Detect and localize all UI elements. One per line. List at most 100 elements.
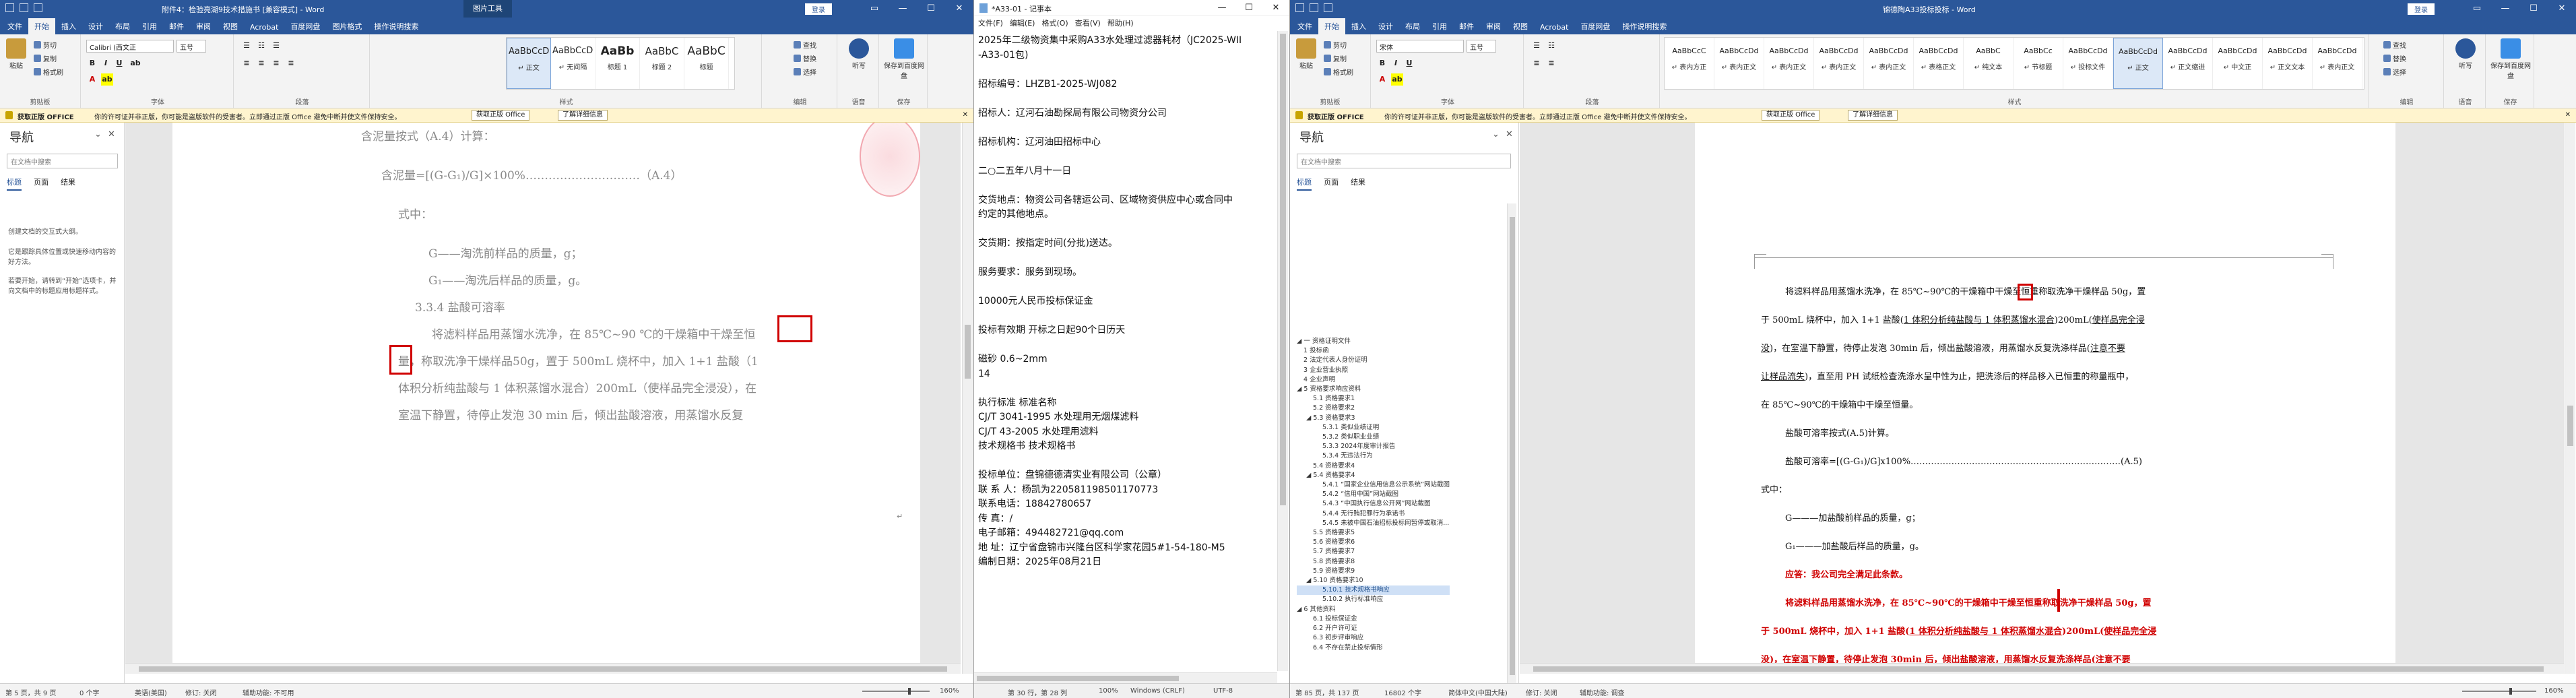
tab-layout[interactable]: 布局 xyxy=(109,18,136,34)
find-button[interactable]: 查找 xyxy=(2383,40,2406,50)
vertical-scrollbar[interactable] xyxy=(1277,31,1288,671)
undo-icon[interactable] xyxy=(1310,3,1318,12)
underline-button[interactable]: U xyxy=(1403,57,1415,69)
nav-heading-item[interactable]: 6.4 不存在禁止投标情形 xyxy=(1297,643,1450,653)
scroll-thumb[interactable] xyxy=(1280,34,1286,505)
multilevel-button[interactable]: ☰ xyxy=(270,40,282,52)
tab-mailings[interactable]: 邮件 xyxy=(163,18,190,34)
nav-heading-item[interactable]: 5.5 资格要求5 xyxy=(1297,528,1450,538)
bold-button[interactable]: B xyxy=(86,57,98,69)
nav-heading-item[interactable]: ◢ 5.10 资格要求10 xyxy=(1297,576,1450,585)
copy-button[interactable]: 复制 xyxy=(34,53,57,63)
strikethrough-button[interactable]: ab xyxy=(129,57,141,69)
status-zoom[interactable]: 160% xyxy=(940,687,959,695)
format-painter-button[interactable]: 格式刷 xyxy=(1324,67,1353,77)
redo-icon[interactable] xyxy=(34,3,42,12)
nav-heading-item[interactable]: 5.9 资格要求9 xyxy=(1297,567,1450,576)
nav-search-input[interactable]: 在文档中搜索 xyxy=(1297,154,1511,168)
cut-button[interactable]: 剪切 xyxy=(34,40,57,50)
font-name-combo[interactable]: 宋体 xyxy=(1376,40,1464,53)
cut-button[interactable]: 剪切 xyxy=(1324,40,1347,50)
nav-tab-results[interactable]: 结果 xyxy=(1351,177,1365,191)
bold-button[interactable]: B xyxy=(1376,57,1388,69)
menu-file[interactable]: 文件(F) xyxy=(978,18,1003,28)
select-button[interactable]: 选择 xyxy=(794,67,816,77)
status-words[interactable]: 16802 个字 xyxy=(1384,687,1421,697)
style-item[interactable]: AaBbC ↵ 纯文本 xyxy=(1964,38,2014,89)
nav-heading-item[interactable]: 5.10.1 技术规格书响应 xyxy=(1297,585,1450,596)
find-button[interactable]: 查找 xyxy=(794,40,816,50)
tab-view[interactable]: 视图 xyxy=(1507,18,1534,34)
tab-insert[interactable]: 插入 xyxy=(55,18,82,34)
style-normal[interactable]: AaBbCcDd ↵ 正文 xyxy=(507,38,551,89)
nav-heading-item[interactable]: 6.3 初步评审响应 xyxy=(1297,633,1450,643)
tab-home[interactable]: 开始 xyxy=(28,18,55,34)
login-button[interactable]: 登录 xyxy=(805,3,832,15)
highlight-button[interactable]: ab xyxy=(1391,73,1403,86)
align-right-button[interactable]: ≡ xyxy=(270,57,282,69)
italic-button[interactable]: I xyxy=(100,57,112,69)
nav-heading-item[interactable]: 5.4.1 “国家企业信用信息公示系统”网站截图 xyxy=(1297,480,1450,490)
nav-heading-item[interactable]: 4 企业声明 xyxy=(1297,375,1450,385)
document-page[interactable]: 含泥量按式（A.4）计算： 含泥量=[(G-G₁)/G]×100%…………………… xyxy=(172,123,920,674)
nav-heading-item[interactable]: ◢ 5.3 资格要求3 xyxy=(1297,414,1450,423)
nav-heading-item[interactable]: 6.1 投标保证金 xyxy=(1297,614,1450,624)
save-icon[interactable] xyxy=(5,3,14,12)
style-title[interactable]: AaBbC 标题 xyxy=(684,38,729,89)
style-item[interactable]: AaBbCcDd ↵ 投标文件 xyxy=(2063,38,2113,89)
minimize-button[interactable]: — xyxy=(2491,0,2519,18)
scroll-thumb[interactable] xyxy=(1533,666,2544,672)
style-no-spacing[interactable]: AaBbCcDd ↵ 无间隔 xyxy=(551,38,595,89)
tab-file[interactable]: 文件 xyxy=(1,18,28,34)
ribbon-options-icon[interactable]: ▭ xyxy=(860,0,889,18)
ribbon-options-icon[interactable]: ▭ xyxy=(2463,0,2491,18)
tab-review[interactable]: 审阅 xyxy=(1480,18,1507,34)
status-language[interactable]: 英语(美国) xyxy=(135,687,167,697)
close-button[interactable]: ✕ xyxy=(1262,0,1289,16)
scroll-thumb[interactable] xyxy=(1510,217,1515,675)
style-item[interactable]: AaBbCc ↵ 节标题 xyxy=(2014,38,2063,89)
learn-more-button[interactable]: 了解详细信息 xyxy=(1848,110,1898,121)
font-color-button[interactable]: A xyxy=(1376,73,1388,86)
nav-heading-item[interactable]: 5.6 资格要求6 xyxy=(1297,538,1450,547)
select-button[interactable]: 选择 xyxy=(2383,67,2406,77)
tab-references[interactable]: 引用 xyxy=(1426,18,1453,34)
align-center-button[interactable]: ≡ xyxy=(255,57,267,69)
style-heading1[interactable]: AaBb 标题 1 xyxy=(595,38,640,89)
close-button[interactable]: ✕ xyxy=(2548,0,2576,18)
maximize-button[interactable]: ☐ xyxy=(1235,0,1262,16)
redo-icon[interactable] xyxy=(1324,3,1332,12)
scroll-thumb[interactable] xyxy=(2567,406,2573,446)
style-item[interactable]: AaBbCcDd ↵ 表内正文 xyxy=(1764,38,1814,89)
zoom-knob[interactable] xyxy=(908,688,911,695)
nav-heading-item[interactable]: ◢ 6 其他资料 xyxy=(1297,605,1450,614)
vertical-scrollbar[interactable] xyxy=(2565,123,2575,674)
horizontal-scrollbar[interactable] xyxy=(1520,663,2564,674)
style-item[interactable]: AaBbCcDd ↵ 正文 xyxy=(2113,38,2163,89)
nav-heading-item[interactable]: 5.2 资格要求2 xyxy=(1297,404,1450,413)
tab-design[interactable]: 设计 xyxy=(1372,18,1399,34)
zoom-knob[interactable] xyxy=(2509,688,2512,695)
maximize-button[interactable]: ☐ xyxy=(2519,0,2548,18)
nav-heading-item[interactable]: 5.8 资格要求8 xyxy=(1297,557,1450,567)
scroll-thumb[interactable] xyxy=(965,325,971,379)
tab-references[interactable]: 引用 xyxy=(136,18,163,34)
style-item[interactable]: AaBbCcDd ↵ 表内正文 xyxy=(1814,38,1864,89)
document-page[interactable]: 将滤料样品用蒸馏水洗净，在 85℃~90℃的干燥箱中干燥至恒重称取洗净干燥样品 … xyxy=(1695,123,2395,674)
paste-button[interactable]: 粘贴 xyxy=(4,38,28,70)
get-genuine-button[interactable]: 获取正版 Office xyxy=(472,110,530,121)
tab-insert[interactable]: 插入 xyxy=(1345,18,1372,34)
nav-close-icon[interactable]: ✕ xyxy=(108,129,115,139)
tab-design[interactable]: 设计 xyxy=(82,18,109,34)
nav-tab-headings[interactable]: 标题 xyxy=(7,177,22,191)
font-size-combo[interactable]: 五号 xyxy=(1467,40,1496,53)
nav-options-icon[interactable]: ⌄ xyxy=(94,129,102,139)
nav-tab-results[interactable]: 结果 xyxy=(61,177,75,191)
learn-more-button[interactable]: 了解详细信息 xyxy=(558,110,608,121)
align-left-button[interactable]: ≡ xyxy=(240,57,253,69)
scroll-thumb[interactable] xyxy=(139,666,947,672)
nav-heading-item[interactable]: 5.3.3 2024年度审计报告 xyxy=(1297,442,1450,451)
tab-mailings[interactable]: 邮件 xyxy=(1453,18,1480,34)
nav-heading-item[interactable]: 5.4.5 未被中国石油招标投标网暂停或取消... xyxy=(1297,519,1450,528)
style-item[interactable]: AaBbCcDd ↵ 中文正 xyxy=(2213,38,2263,89)
